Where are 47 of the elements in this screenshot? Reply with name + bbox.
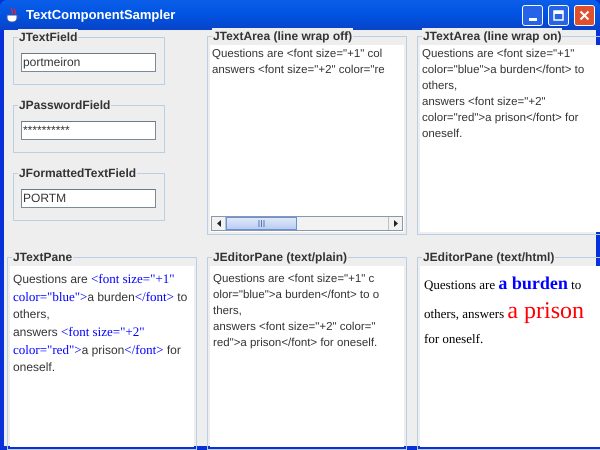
maximize-icon <box>553 10 564 20</box>
text-line: Questions are <font size="+1" c <box>213 272 374 287</box>
text-line: Questions are a burden to <box>424 272 582 295</box>
text-line: Questions are <font size="+1" col <box>212 47 382 62</box>
text-line: answers <font size="+2" color=" <box>213 320 376 335</box>
group-title: JTextArea (line wrap off) <box>212 28 354 44</box>
text-field[interactable]: PORTM <box>21 188 156 208</box>
close-button[interactable] <box>574 4 595 26</box>
scroll-thumb[interactable] <box>226 217 297 230</box>
text-line: thers, <box>213 304 242 319</box>
editor-pane[interactable]: Questions are a burden to others, answers a prison for oneself. <box>420 266 600 447</box>
left-arrow-icon <box>216 220 220 227</box>
maximize-button[interactable] <box>548 4 569 26</box>
group-title: JTextArea (line wrap on) <box>422 28 562 44</box>
window-title: TextComponentSampler <box>26 6 176 24</box>
coffee-cup-icon <box>5 7 21 23</box>
minimize-icon <box>528 18 536 20</box>
text-line: olor="blue">a burden</font> to o <box>213 288 380 303</box>
text-line: answers <font size="+2" <box>13 323 145 341</box>
close-icon <box>579 10 590 20</box>
text-line: answers <font size="+2" <box>422 95 546 110</box>
text-line: color="red">a prison</font> for <box>422 111 578 126</box>
text-pane[interactable]: Questions are <font size="+1" color="blue">a burden</font> to others, answers <font size="+2" color="red">a prison</font> for oneself. <box>10 266 194 447</box>
text-area[interactable]: Questions are <font size="+1" color="blue">a burden</font> to others, answers <font size="+2" color="red">a prison</font> for oneself. <box>420 45 600 232</box>
text-line: answers <font size="+2" color="re <box>212 63 385 78</box>
text-field[interactable]: ********** <box>21 120 156 140</box>
text-line: red">a prison</font> for oneself. <box>213 336 378 351</box>
text-field[interactable]: portmeiron <box>21 52 156 72</box>
text-line: oneself. <box>422 127 462 142</box>
group-title: JEditorPane (text/html) <box>422 249 556 265</box>
editor-pane[interactable]: Questions are <font size="+1" c olor="blue">a burden</font> to o thers, answers <font size="+2" color=" red">a prison</font> for oneself. <box>210 266 404 447</box>
text-line: others, <box>13 306 50 323</box>
minimize-button[interactable] <box>522 4 543 26</box>
text-line: oneself. <box>13 359 56 376</box>
text-line: Questions are <font size="+1" <box>13 270 175 288</box>
text-line: color="blue">a burden</font> to <box>422 63 584 78</box>
text-line: for oneself. <box>424 330 484 348</box>
group-title: JEditorPane (text/plain) <box>212 249 348 265</box>
text-line: color="red">a prison</font> for <box>13 341 181 359</box>
horizontal-scrollbar[interactable] <box>211 216 403 231</box>
grip-icon <box>258 220 265 227</box>
text-area[interactable]: Questions are <font size="+1" col answers <font size="+2" color="re <box>210 45 404 232</box>
text-line: Questions are <font size="+1" <box>422 47 574 62</box>
text-line: color="blue">a burden</font> to <box>13 288 188 306</box>
text-line: others, answers a prison <box>424 297 584 326</box>
right-arrow-icon <box>394 220 398 227</box>
text-line: others, <box>422 79 458 94</box>
